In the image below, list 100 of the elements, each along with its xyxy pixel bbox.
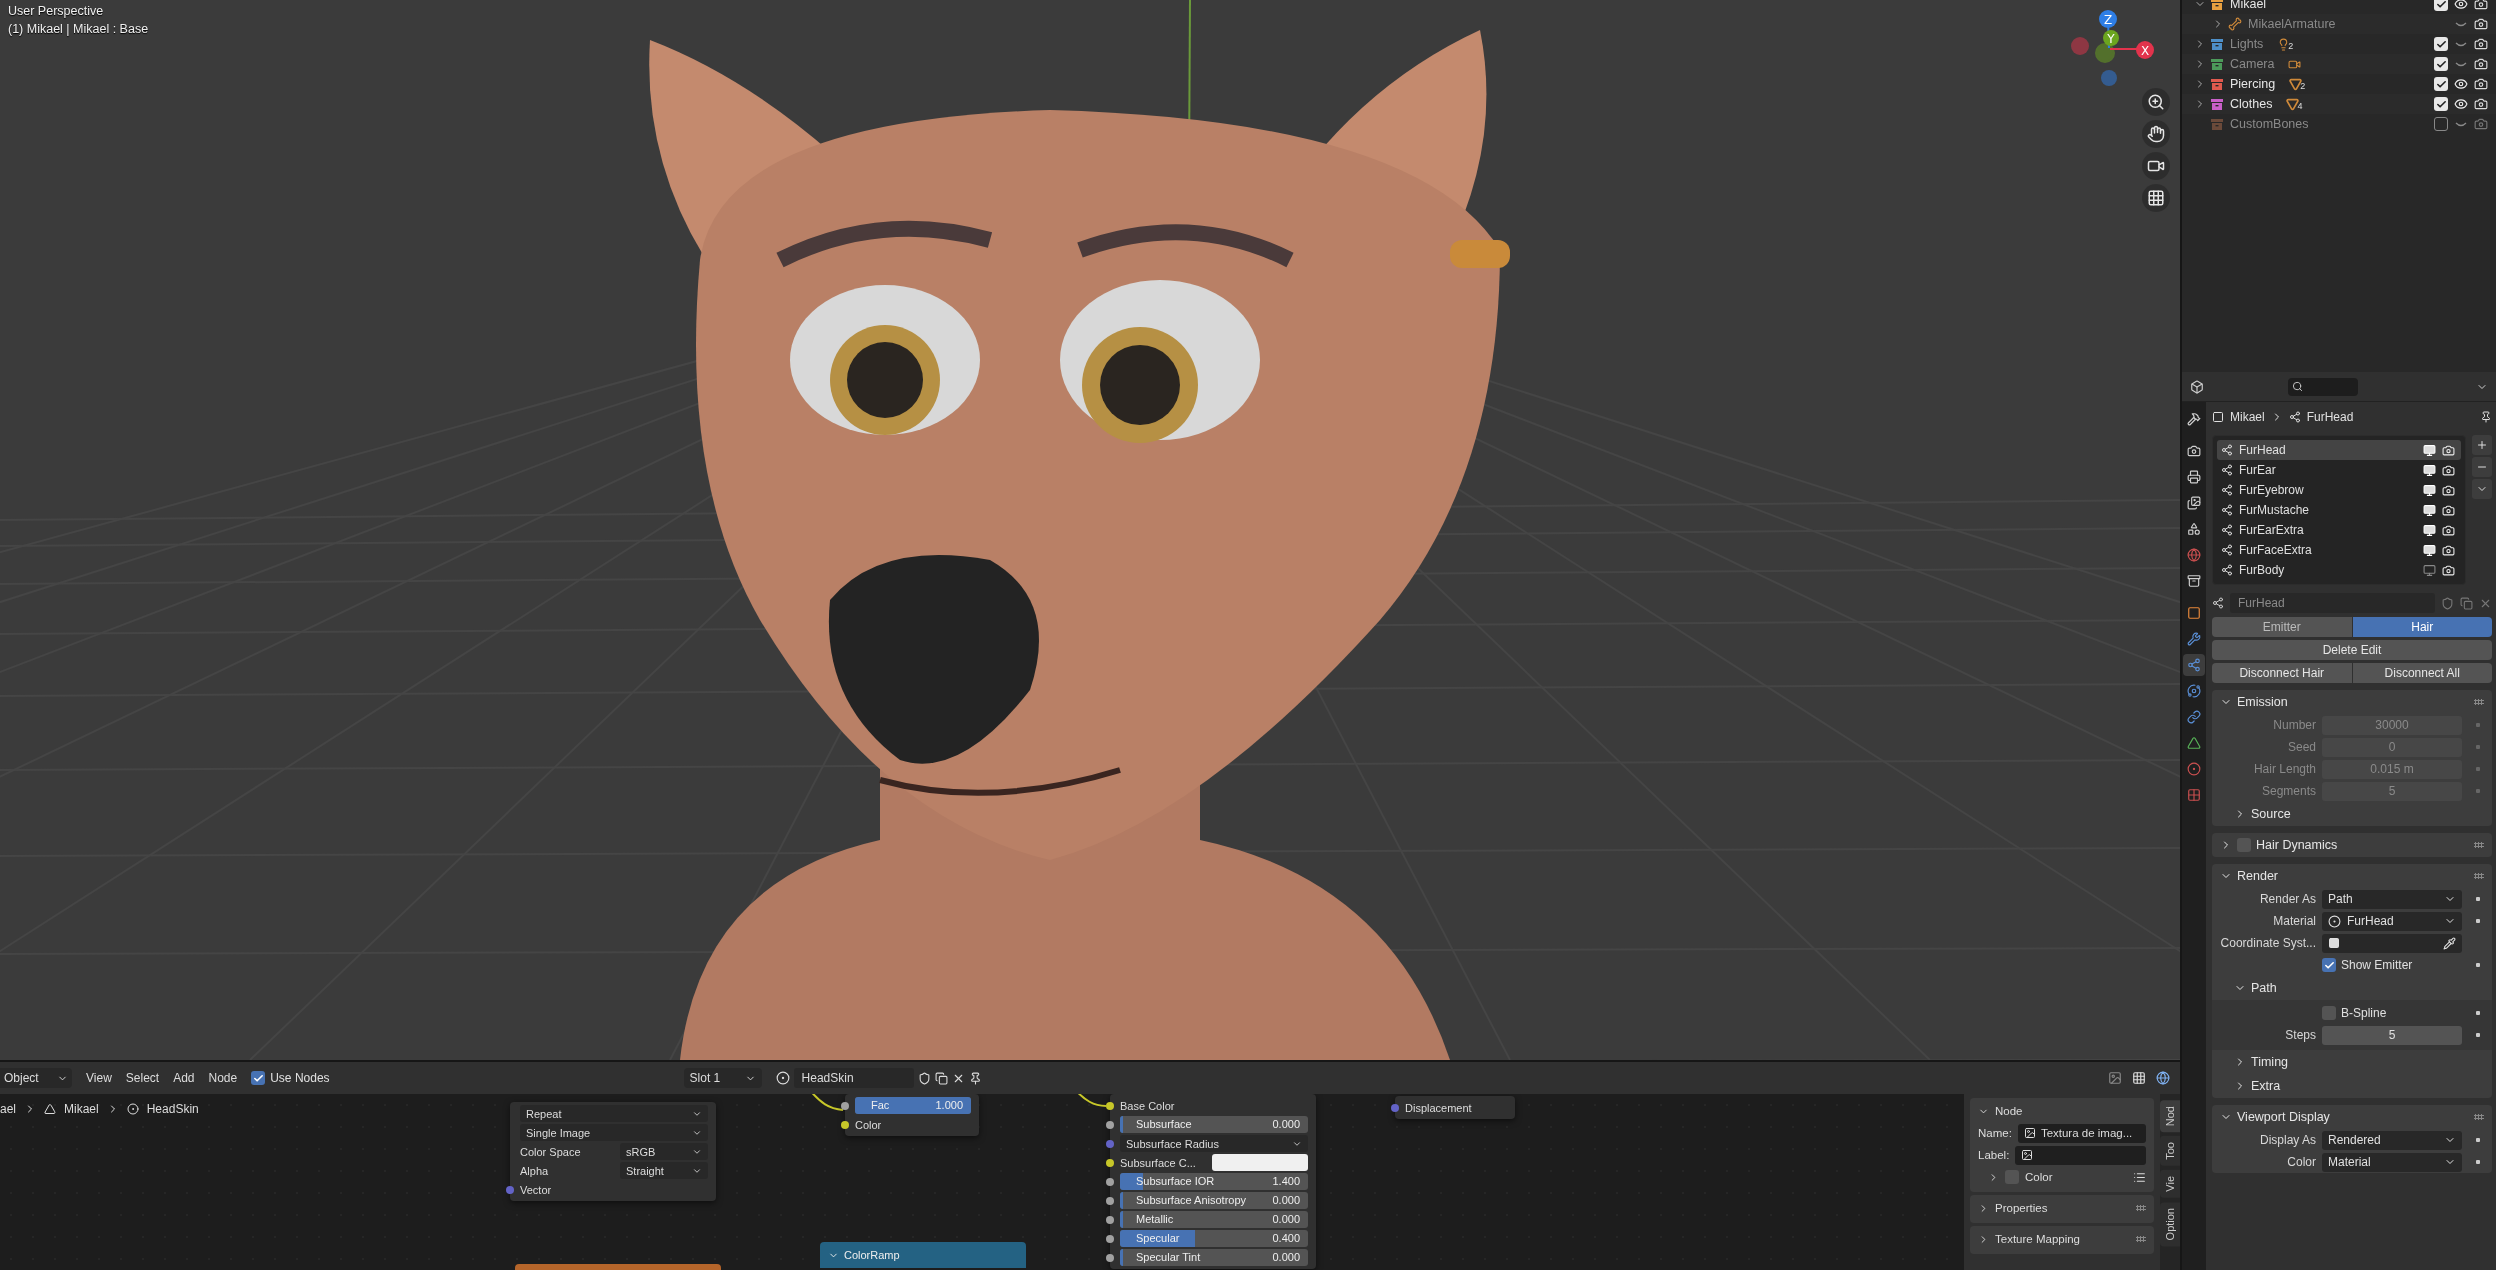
render-camera-icon[interactable] (2442, 463, 2455, 477)
pin-icon[interactable] (968, 1071, 982, 1085)
eye-icon[interactable] (2454, 77, 2468, 91)
monitor-icon[interactable] (2423, 463, 2436, 477)
subpanel-title[interactable]: Extra (2251, 1079, 2281, 1093)
subpanel-title[interactable]: Source (2251, 807, 2291, 821)
particle-system-item[interactable]: FurHead (2217, 440, 2461, 460)
panel-title[interactable]: Node (1995, 1105, 2023, 1117)
dropdown-field[interactable]: Path (2322, 889, 2462, 909)
checkbox[interactable] (251, 1071, 266, 1085)
particle-system-item[interactable]: FurEarExtra (2217, 520, 2461, 540)
slot-dropdown[interactable]: Slot 1 (683, 1068, 762, 1088)
panel-title[interactable]: Hair Dynamics (2256, 838, 2338, 852)
node-socket[interactable] (841, 1120, 849, 1129)
menu-item[interactable]: Node (208, 1071, 238, 1085)
axis-handle[interactable] (2101, 70, 2117, 86)
exclude-checkbox[interactable] (2434, 37, 2448, 51)
node-socket[interactable] (1106, 1101, 1114, 1110)
sidebar-tab[interactable]: Option (2160, 1201, 2180, 1247)
exclude-checkbox[interactable] (2434, 97, 2448, 111)
image-icon[interactable] (2108, 1071, 2122, 1085)
particle-system-item[interactable]: FurEyebrow (2217, 480, 2461, 500)
outliner-item[interactable]: Piercing (2230, 77, 2276, 91)
node-name-field[interactable]: Textura de imag... (2017, 1123, 2146, 1143)
exclude-checkbox[interactable] (2434, 77, 2448, 91)
checkbox[interactable] (2322, 1006, 2336, 1020)
node-header[interactable]: ColorRamp (820, 1242, 1026, 1268)
node-socket[interactable] (1106, 1196, 1114, 1205)
add-button[interactable] (2472, 435, 2492, 455)
ortho-toggle-button[interactable] (2142, 184, 2170, 212)
particle-system-item[interactable]: FurMustache (2217, 500, 2461, 520)
node-socket[interactable] (1106, 1234, 1114, 1243)
shield-icon[interactable] (917, 1071, 931, 1085)
type-tab[interactable]: Hair (2352, 617, 2492, 637)
node-socket[interactable] (1106, 1120, 1114, 1129)
grip-icon[interactable] (2136, 1205, 2146, 1211)
node-socket[interactable] (1106, 1139, 1114, 1148)
render-camera-icon[interactable] (2442, 543, 2455, 557)
panel-title[interactable]: Texture Mapping (1995, 1233, 2081, 1245)
panel-title[interactable]: Properties (1995, 1202, 2048, 1214)
exclude-checkbox[interactable] (2434, 57, 2448, 71)
remove-button[interactable] (2472, 457, 2492, 477)
particle-system-item[interactable]: FurBody (2217, 560, 2461, 580)
exclude-checkbox[interactable] (2434, 117, 2448, 131)
sidebar-tab[interactable]: Too (2160, 1136, 2180, 1166)
copy-icon[interactable] (934, 1071, 948, 1085)
node-socket[interactable] (841, 1101, 849, 1110)
menu-item[interactable]: Select (125, 1071, 160, 1085)
grip-icon[interactable] (2474, 699, 2484, 705)
eye-icon[interactable] (2454, 0, 2468, 11)
node-dropdown[interactable]: Repeat (520, 1105, 708, 1122)
dropdown-field[interactable]: Material (2322, 1152, 2462, 1172)
node-socket[interactable] (1391, 1103, 1399, 1112)
action-button[interactable]: Delete Edit (2212, 640, 2492, 660)
panel-title[interactable]: Render (2237, 869, 2278, 883)
render-camera-icon[interactable] (2442, 563, 2455, 577)
snap-grid-icon[interactable] (2132, 1071, 2146, 1085)
checkbox[interactable] (2322, 958, 2336, 972)
action-button[interactable]: Disconnect All (2352, 663, 2492, 683)
node-dropdown[interactable]: Straight (620, 1162, 708, 1179)
outliner-item[interactable]: Lights (2230, 37, 2264, 51)
node-slider[interactable]: Specular Tint 0.000 (1120, 1249, 1308, 1266)
material-name-field[interactable]: HeadSkin (793, 1068, 914, 1088)
monitor-icon[interactable] (2423, 443, 2436, 457)
node-dropdown[interactable]: sRGB (620, 1143, 708, 1160)
specials-button[interactable] (2472, 479, 2492, 499)
render-camera-icon[interactable] (2442, 443, 2455, 457)
monitor-icon[interactable] (2423, 523, 2436, 537)
color-swatch[interactable] (1212, 1154, 1308, 1171)
object-field[interactable] (2322, 933, 2462, 953)
node-dropdown[interactable]: Subsurface Radius (1120, 1135, 1308, 1152)
node-socket[interactable] (1106, 1215, 1114, 1224)
node-slider[interactable]: Metallic 0.000 (1120, 1211, 1308, 1228)
zoom-button[interactable] (2142, 88, 2170, 116)
mode-dropdown[interactable]: Object (0, 1068, 72, 1088)
eye-icon[interactable] (2454, 97, 2468, 111)
monitor-icon[interactable] (2423, 483, 2436, 497)
list-icon[interactable] (2133, 1170, 2146, 1184)
subpanel-title[interactable]: Timing (2251, 1055, 2289, 1069)
render-camera-icon[interactable] (2442, 483, 2455, 497)
node-socket[interactable] (1106, 1158, 1114, 1167)
exclude-checkbox[interactable] (2434, 0, 2448, 11)
name-field[interactable]: FurHead (2230, 593, 2435, 613)
axis-handle[interactable] (2071, 37, 2089, 55)
particle-system-item[interactable]: FurFaceExtra (2217, 540, 2461, 560)
panel-title[interactable]: Viewport Display (2237, 1110, 2330, 1124)
pan-button[interactable] (2142, 120, 2170, 148)
node-slider[interactable]: Fac 1.000 (855, 1097, 971, 1114)
menu-item[interactable]: Add (173, 1071, 195, 1085)
action-button[interactable]: Disconnect Hair (2212, 663, 2352, 683)
node-slider[interactable]: Subsurface 0.000 (1120, 1116, 1308, 1133)
subpanel-title[interactable]: Path (2251, 981, 2277, 995)
render-camera-icon[interactable] (2442, 503, 2455, 517)
grip-icon[interactable] (2474, 873, 2484, 879)
node-socket[interactable] (1106, 1177, 1114, 1186)
menu-item[interactable]: View (86, 1071, 112, 1085)
outliner-item[interactable]: MikaelArmature (2248, 17, 2336, 31)
type-tab[interactable]: Emitter (2212, 617, 2352, 637)
particles-icon[interactable] (2212, 597, 2224, 609)
material-dropdown[interactable]: FurHead (2322, 911, 2462, 931)
